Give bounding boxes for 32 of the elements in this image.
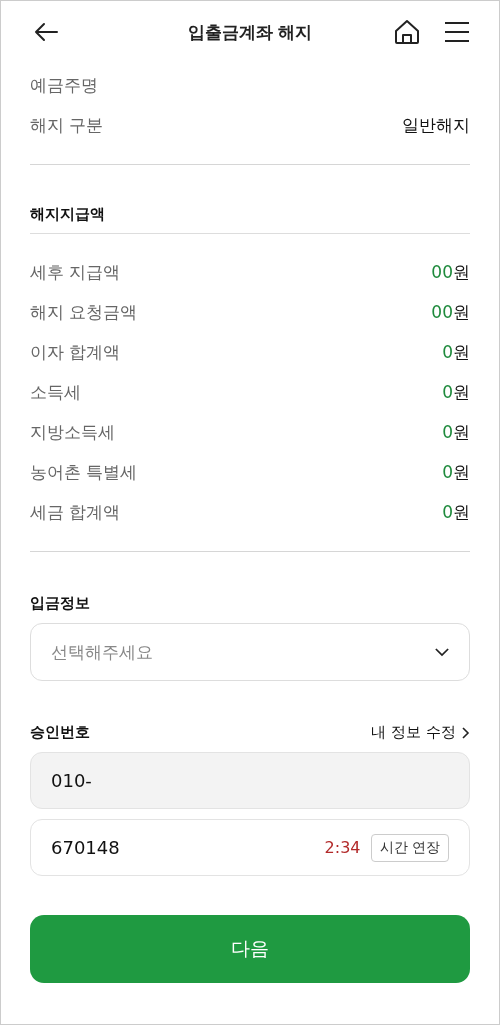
phone-field: 010-: [30, 752, 470, 809]
field-label: 해지 구분: [30, 113, 104, 137]
section-title: 승인번호: [30, 723, 90, 742]
amount-value: 0원: [442, 500, 470, 524]
next-button[interactable]: 다음: [30, 915, 470, 983]
account-select[interactable]: 선택해주세요: [30, 623, 470, 681]
field-label: 이자 합계액: [30, 340, 121, 364]
field-label: 세후 지급액: [30, 260, 121, 284]
amount-value: 0원: [442, 380, 470, 404]
menu-icon[interactable]: [444, 21, 470, 43]
field-label: 지방소득세: [30, 420, 115, 444]
field-value: 일반해지: [402, 113, 470, 137]
page-title: 입출금계좌 해지: [187, 20, 313, 44]
chevron-down-icon: [435, 647, 449, 657]
field-label: 예금주명: [30, 73, 98, 97]
field-label: 농어촌 특별세: [30, 460, 138, 484]
amount-value: 0원: [442, 460, 470, 484]
section-title: 입금정보: [30, 594, 91, 613]
home-icon[interactable]: [394, 19, 420, 45]
verification-code-field[interactable]: 670148 2:34 시간 연장: [30, 819, 470, 876]
field-label: 해지 요청금액: [30, 300, 138, 324]
amount-value: 00원: [431, 300, 470, 324]
chevron-right-icon: [462, 726, 470, 739]
extend-time-button[interactable]: 시간 연장: [370, 833, 449, 862]
field-label: 세금 합계액: [30, 500, 121, 524]
section-title: 해지지급액: [30, 205, 106, 224]
amount-value: 0원: [442, 340, 470, 364]
countdown-timer: 2:34: [324, 838, 361, 857]
amount-value: 00원: [431, 260, 470, 284]
field-label: 소득세: [30, 380, 81, 404]
amount-value: 0원: [442, 420, 470, 444]
edit-info-link[interactable]: 내 정보 수정: [371, 723, 470, 742]
